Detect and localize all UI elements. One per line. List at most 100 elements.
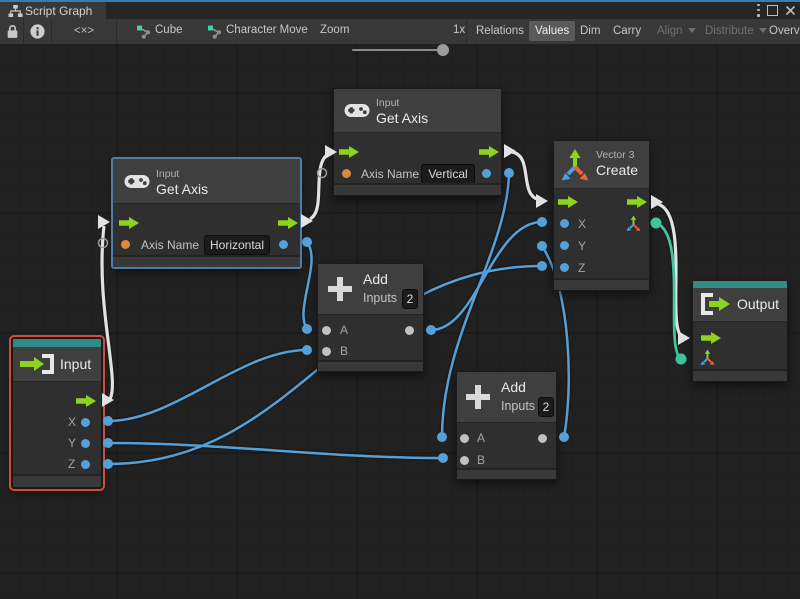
port-b-input[interactable] [460,456,469,465]
lock-icon[interactable] [5,24,20,39]
node-header: Input Get Axis [334,89,501,133]
inputs-label: Inputs [501,399,535,413]
node-title: Add [363,271,388,287]
port-b-input[interactable] [322,347,331,356]
node-header: Vector 3 Create [554,141,649,189]
node-footer [13,474,101,487]
node-title: Create [596,162,638,178]
flow-in-port[interactable] [701,332,721,344]
node-header: Input [13,347,101,382]
node-category: Input [156,168,179,180]
breadcrumb-graph-cube[interactable]: Cube [155,24,183,36]
flow-out-port[interactable] [479,146,499,158]
node-header: Add Inputs 2 [457,372,556,423]
flow-in-port[interactable] [119,217,139,229]
maximize-icon[interactable] [767,5,778,16]
graph-asset-icon [208,25,222,39]
node-get-axis-vertical[interactable]: Input Get Axis Axis Name Vertical [333,88,502,196]
menu-align[interactable]: Align [651,21,702,41]
toggle-values[interactable]: Values [529,21,575,41]
port-b-label: B [340,344,348,358]
node-header: Input Get Axis [113,159,300,204]
port-y-label: Y [578,239,586,253]
window-menu-icon[interactable] [757,4,760,17]
zoom-value: 1x [453,24,465,36]
flow-out-port[interactable] [278,217,298,229]
node-add-1[interactable]: Add Inputs 2 A B [317,263,424,372]
focus-accent-line [0,0,800,2]
node-graph-input[interactable]: Input X Y Z [12,338,102,488]
plus-icon [464,383,492,411]
node-footer [318,360,423,371]
node-footer [457,468,556,479]
port-x-output[interactable] [81,418,90,427]
node-get-axis-horizontal[interactable]: Input Get Axis Axis Name Horizontal [112,158,301,268]
node-vector3-create[interactable]: Vector 3 Create X Y Z [553,140,650,291]
axis-name-field[interactable]: Horizontal [204,235,270,255]
axis-name-label: Axis Name [361,167,419,181]
node-category: Vector 3 [596,149,635,161]
port-sum-output[interactable] [538,434,547,443]
inputs-count-field[interactable]: 2 [402,289,418,309]
node-title: Get Axis [156,181,208,197]
port-x-label: X [68,415,76,429]
flow-out-port[interactable] [627,196,647,208]
io-header-strip [13,339,101,347]
port-b-label: B [477,453,485,467]
port-x-input[interactable] [560,219,569,228]
port-z-label: Z [68,457,75,471]
io-header-strip [693,281,787,288]
node-category: Input [376,97,399,109]
node-footer [334,183,501,195]
node-footer [693,369,787,381]
vector3-output-port[interactable] [625,215,642,232]
zoom-slider-track[interactable] [352,49,446,51]
port-z-output[interactable] [81,460,90,469]
breadcrumb-graph-character-move[interactable]: Character Move [226,24,308,36]
graph-hierarchy-icon [8,5,23,18]
node-header: Add Inputs 2 [318,264,423,315]
info-icon[interactable] [30,24,45,39]
axis-value-output-port[interactable] [482,169,491,178]
node-title: Add [501,379,526,395]
axis-value-output-port[interactable] [279,240,288,249]
node-add-2[interactable]: Add Inputs 2 A B [456,371,557,480]
port-a-input[interactable] [322,326,331,335]
axis-name-label: Axis Name [141,238,199,252]
flow-out-port[interactable] [76,395,96,407]
menu-distribute[interactable]: Distribute [699,21,773,41]
port-a-label: A [477,431,485,445]
zoom-slider-handle[interactable] [437,44,449,56]
flow-in-port[interactable] [558,196,578,208]
vector3-input-port[interactable] [699,349,716,366]
code-preview-toggle[interactable]: <×> [68,21,100,41]
toggle-relations[interactable]: Relations [470,21,530,41]
axis-name-field[interactable]: Vertical [421,164,475,184]
inputs-label: Inputs [363,291,397,305]
node-graph-output[interactable]: Output [692,280,788,382]
toggle-dim[interactable]: Dim [574,21,606,41]
node-title: Input [60,356,91,372]
port-z-input[interactable] [560,263,569,272]
close-icon[interactable] [785,5,796,16]
flow-in-port[interactable] [339,146,359,158]
axis-name-input-port[interactable] [121,240,130,249]
axis-name-input-port[interactable] [342,169,351,178]
window-controls [757,3,796,17]
tab-script-graph[interactable]: Script Graph [0,2,106,19]
node-footer [113,255,300,267]
node-footer [554,278,649,290]
toggle-overview[interactable]: Overview [763,21,800,41]
port-a-label: A [340,323,348,337]
port-a-input[interactable] [460,434,469,443]
inputs-count-field[interactable]: 2 [538,397,554,417]
port-y-output[interactable] [81,439,90,448]
gamepad-icon [124,172,150,190]
node-title: Output [737,296,779,312]
port-y-label: Y [68,436,76,450]
toggle-carry[interactable]: Carry [607,21,647,41]
port-y-input[interactable] [560,241,569,250]
script-graph-window: Input Get Axis Axis Name Vertical Input … [0,0,800,599]
port-sum-output[interactable] [405,326,414,335]
port-z-label: Z [578,261,585,275]
